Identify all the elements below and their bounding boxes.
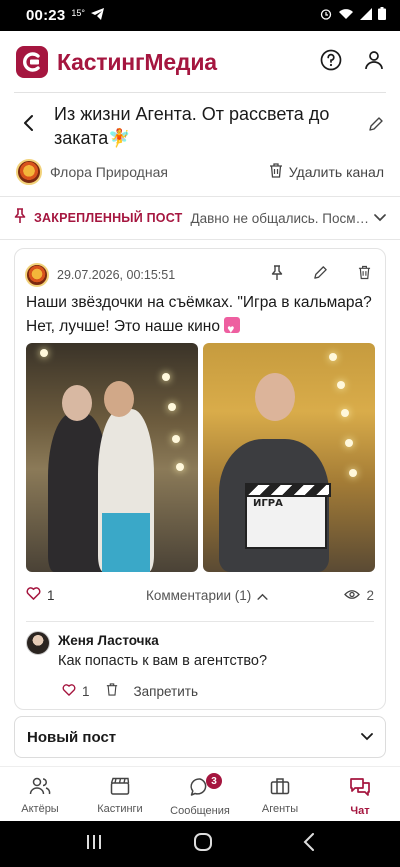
new-post-dropdown[interactable]: Новый пост [14,716,386,758]
system-navigation-bar [0,821,400,867]
brand-name: КастингМедиа [57,48,217,75]
post-like-count: 1 [47,587,55,603]
trash-icon [269,163,283,181]
recent-apps-icon[interactable] [85,834,103,855]
post-author-avatar[interactable] [25,263,49,287]
tab-label: Сообщения [170,805,230,817]
comment-text: Как попасть к вам в агентство? [58,653,268,669]
post-card: 29.07.2026, 00:15:51 Наши звёздочки на с… [14,248,386,710]
channel-owner-row: Флора Природная Удалить канал [16,156,384,188]
profile-icon[interactable] [364,50,384,75]
channel-header: Из жизни Агента. От рассвета до заката🧚 [0,98,400,154]
channel-title: Из жизни Агента. От рассвета до заката🧚 [54,104,330,148]
tab-agents[interactable]: Агенты [240,767,320,821]
tab-label: Чат [350,805,370,817]
edit-channel-icon[interactable] [368,116,384,137]
pin-icon [14,207,26,229]
chevron-down-icon[interactable] [374,209,386,227]
pin-post-icon[interactable] [271,264,283,286]
pinned-post-label: ЗАКРЕПЛЕННЫЙ ПОСТ [34,211,183,225]
eye-icon [344,588,361,603]
comment-author-avatar[interactable] [26,631,50,655]
status-temperature: 15° [71,7,85,18]
battery-icon [378,7,386,24]
app-header: КастингМедиа [0,31,400,93]
home-icon[interactable] [193,832,213,857]
post-stats: 1 Комментарии (1) 2 [26,583,374,607]
back-icon[interactable] [303,832,315,856]
delete-channel-label: Удалить канал [288,164,384,180]
heart-icon [26,587,41,603]
tab-label: Кастинги [97,803,143,815]
help-icon[interactable] [320,49,342,76]
comment-author[interactable]: Женя Ласточка [58,633,159,648]
stats-divider [26,621,374,622]
tab-actors[interactable]: Актёры [0,767,80,821]
status-time: 00:23 [26,7,66,24]
comment-like-button[interactable]: 1 [62,684,90,699]
chevron-up-icon [257,588,268,603]
tab-messages[interactable]: 3 Сообщения [160,767,240,821]
post-photo-1[interactable] [26,343,198,572]
wifi-icon [338,7,354,24]
trash-icon [106,683,118,699]
owner-name[interactable]: Флора Природная [50,164,168,180]
new-post-label: Новый пост [27,728,117,746]
delete-post-icon[interactable] [358,265,371,286]
pinned-post-bar[interactable]: ЗАКРЕПЛЕННЫЙ ПОСТ Давно не общались. Пос… [0,196,400,240]
post-text-body: Наши звёздочки на съёмках. "Игра в кальм… [26,294,372,335]
comment-item: Женя Ласточка Как попасть к вам в агентс… [26,631,374,709]
brand-logo-icon [16,46,48,78]
post-like-button[interactable]: 1 [26,587,55,603]
chat-icon [349,777,371,802]
comment-like-count: 1 [82,683,90,699]
back-arrow-icon[interactable] [22,114,36,137]
clapperboard-icon [110,777,130,800]
signal-icon [360,7,372,24]
post-meta: 29.07.2026, 00:15:51 [25,261,375,289]
post-photo-2[interactable]: ИГРА [203,343,375,572]
tab-label: Агенты [261,803,299,815]
briefcase-icon [270,777,290,800]
tab-castings[interactable]: Кастинги [80,767,160,821]
ban-user-button[interactable]: Запретить [134,684,198,699]
edit-post-icon[interactable] [313,265,328,286]
clapper-text: ИГРА [253,498,283,509]
comments-toggle[interactable]: Комментарии (1) [146,588,268,603]
messages-badge: 3 [206,773,222,789]
pinned-post-preview: Давно не общались. Посмотрите [190,210,374,226]
heart-icon [62,683,76,699]
post-view-count: 2 [366,587,374,603]
delete-comment-button[interactable] [106,683,118,699]
post-views: 2 [344,588,374,603]
tab-label: Актёры [21,803,59,815]
comment-actions: 1 Запретить [62,683,198,699]
owner-avatar[interactable] [16,159,42,185]
chevron-down-icon [361,728,373,746]
header-divider [14,92,386,93]
alarm-icon [320,7,332,24]
users-icon [29,777,51,800]
heart-emoji-icon [224,317,241,341]
status-bar: 00:23 15° [0,0,400,31]
telegram-icon [91,7,105,24]
delete-channel-button[interactable]: Удалить канал [269,163,384,181]
post-date: 29.07.2026, 00:15:51 [57,268,176,282]
bottom-tab-bar: Актёры Кастинги 3 Сообщения Агенты Чат [0,766,400,821]
post-text: Наши звёздочки на съёмках. "Игра в кальм… [26,291,374,341]
clapperboard-image: ИГРА [245,483,331,549]
comments-label: Комментарии (1) [146,587,252,603]
tab-chat[interactable]: Чат [320,767,400,821]
